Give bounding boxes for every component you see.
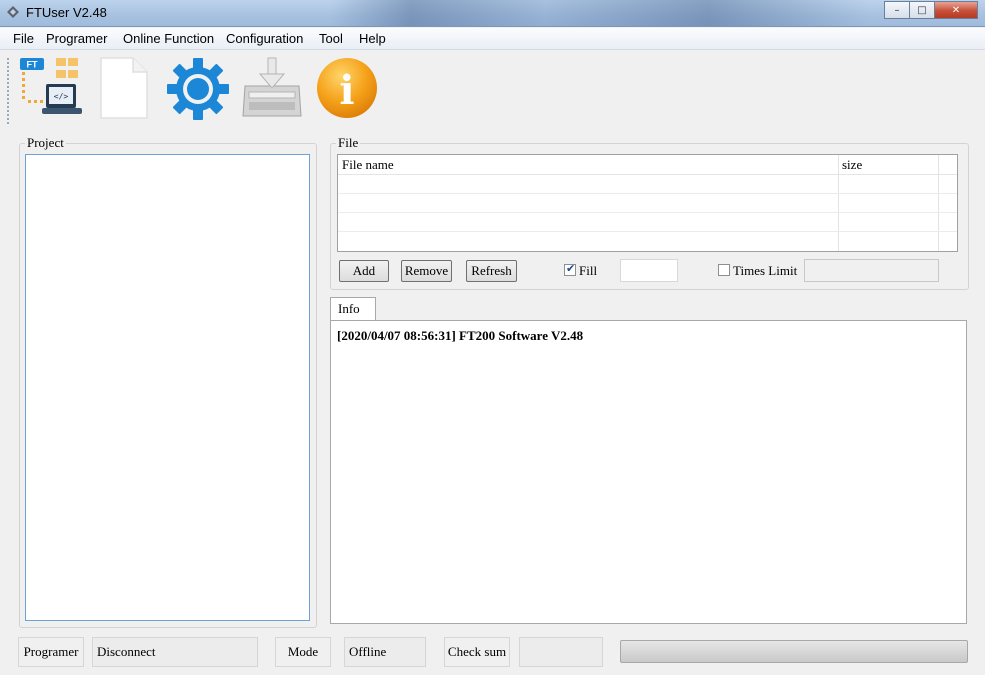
status-mode-value-text: Offline xyxy=(349,644,387,659)
status-checksum-label: Check sum xyxy=(444,637,510,667)
toolbar-grip[interactable] xyxy=(7,58,9,124)
status-programer-value: Disconnect xyxy=(92,637,258,667)
menu-online-function[interactable]: Online Function xyxy=(123,31,214,46)
file-table-header: File name size xyxy=(338,155,957,175)
file-table[interactable]: File name size xyxy=(337,154,958,252)
status-programer-label: Programer xyxy=(18,637,84,667)
log-line: [2020/04/07 08:56:31] FT200 Software V2.… xyxy=(337,328,584,343)
title-bar-background xyxy=(330,0,870,26)
app-icon xyxy=(7,6,19,18)
row-divider xyxy=(338,231,957,232)
progress-bar xyxy=(620,640,968,663)
project-group-label: Project xyxy=(25,135,66,151)
status-mode-value: Offline xyxy=(344,637,426,667)
times-limit-label: Times Limit xyxy=(733,263,798,278)
minimize-button[interactable]: – xyxy=(884,1,910,19)
window-controls: – □ ✕ xyxy=(884,1,978,20)
tab-info[interactable]: Info xyxy=(330,297,376,321)
menu-tool[interactable]: Tool xyxy=(319,31,343,46)
column-divider xyxy=(838,155,839,251)
menu-configuration[interactable]: Configuration xyxy=(226,31,303,46)
checkmark-icon: ✔ xyxy=(566,262,576,275)
column-header-size[interactable]: size xyxy=(842,157,862,173)
project-icon-code: </> xyxy=(54,92,69,101)
column-header-file-name[interactable]: File name xyxy=(342,157,394,173)
row-divider xyxy=(338,212,957,213)
status-checksum-value xyxy=(519,637,603,667)
fill-label: Fill xyxy=(579,263,598,278)
project-icon[interactable]: FT </> xyxy=(18,56,84,120)
refresh-button[interactable]: Refresh xyxy=(466,260,517,282)
project-list[interactable] xyxy=(25,154,310,621)
title-bar[interactable]: FTUser V2.48 – □ ✕ xyxy=(0,0,985,27)
remove-button[interactable]: Remove xyxy=(401,260,452,282)
new-file-icon[interactable] xyxy=(99,56,149,120)
row-divider xyxy=(338,193,957,194)
info-icon-glyph: i xyxy=(339,67,354,114)
info-icon[interactable]: i xyxy=(315,56,379,120)
status-mode-label: Mode xyxy=(275,637,331,667)
info-log-panel[interactable]: [2020/04/07 08:56:31] FT200 Software V2.… xyxy=(330,320,967,624)
menu-file[interactable]: File xyxy=(13,31,34,46)
add-button[interactable]: Add xyxy=(339,260,389,282)
tab-info-label: Info xyxy=(338,301,360,316)
fill-checkbox[interactable]: ✔ xyxy=(564,262,576,276)
window-title: FTUser V2.48 xyxy=(26,5,107,20)
fill-value-input[interactable] xyxy=(620,259,678,282)
menu-programer[interactable]: Programer xyxy=(46,31,107,46)
download-tray-icon[interactable] xyxy=(241,56,303,120)
times-limit-checkbox[interactable] xyxy=(718,264,730,276)
maximize-button[interactable]: □ xyxy=(909,1,935,19)
project-icon-badge: FT xyxy=(27,60,38,70)
settings-gear-icon[interactable] xyxy=(166,57,230,121)
column-divider xyxy=(938,155,939,251)
menu-bar: File Programer Online Function Configura… xyxy=(0,28,985,50)
file-group-label: File xyxy=(336,135,361,151)
close-button[interactable]: ✕ xyxy=(934,1,978,19)
times-limit-input[interactable] xyxy=(804,259,939,282)
menu-help[interactable]: Help xyxy=(359,31,386,46)
status-programer-value-text: Disconnect xyxy=(97,644,156,659)
